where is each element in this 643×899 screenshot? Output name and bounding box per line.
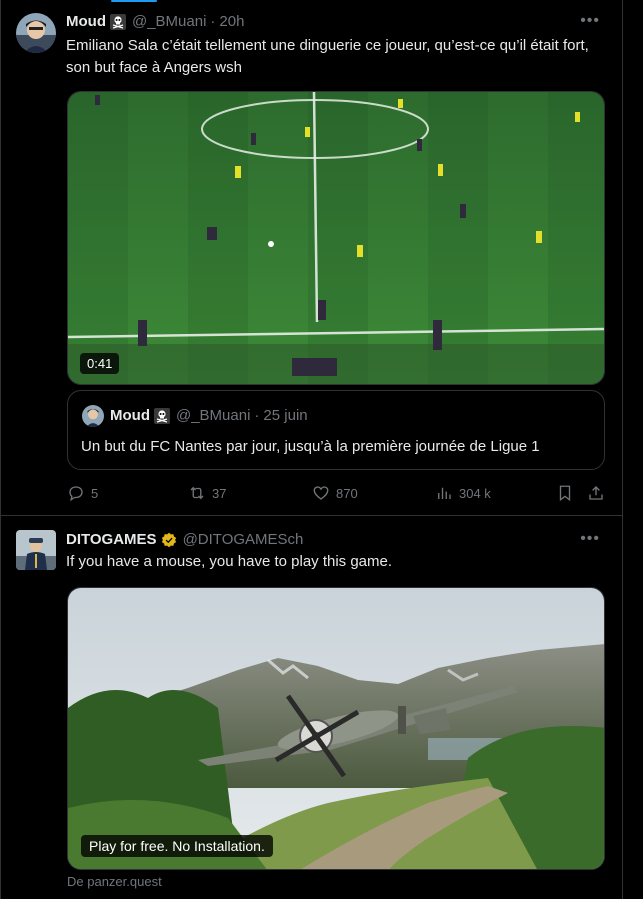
video-duration: 0:41 — [80, 353, 120, 374]
tweet-header: Moud @_BMuani · 20h — [66, 13, 244, 30]
quoted-avatar-image — [82, 405, 104, 427]
quoted-author-name: Moud — [110, 407, 150, 424]
like-button[interactable]: 870 — [312, 484, 358, 502]
author-handle[interactable]: @_BMuani — [132, 13, 206, 30]
repost-button[interactable]: 37 — [188, 484, 226, 502]
avatar[interactable] — [16, 530, 56, 570]
football-pitch-video-frame — [68, 92, 604, 384]
author-name[interactable]: Moud — [66, 13, 106, 30]
tweet-text: Emiliano Sala c’était tellement une ding… — [66, 37, 589, 76]
airplane-landscape-image — [68, 588, 604, 869]
ad-source-link[interactable]: De panzer.quest — [67, 874, 162, 889]
quoted-time: 25 juin — [263, 407, 308, 424]
separator-dot: · — [210, 13, 216, 30]
like-count: 870 — [336, 485, 358, 501]
verified-badge-icon — [161, 532, 176, 547]
tweet-time[interactable]: 20h — [219, 13, 244, 30]
bookmark-icon — [559, 485, 571, 502]
media-caption: Play for free. No Installation. — [81, 835, 273, 857]
repost-count: 37 — [212, 485, 227, 501]
author-name[interactable]: DITOGAMES — [66, 531, 157, 548]
repost-icon — [190, 486, 204, 500]
avatar-image — [16, 530, 56, 570]
reply-count: 5 — [91, 485, 99, 501]
views-count: 304 k — [459, 485, 491, 501]
share-icon — [589, 486, 603, 500]
author-handle[interactable]: @DITOGAMESch — [183, 531, 304, 548]
views-button[interactable]: 304 k — [435, 484, 491, 502]
reply-button[interactable]: 5 — [67, 484, 98, 502]
tweet-actions: 5 37 870 304 k — [67, 484, 612, 504]
quoted-tweet[interactable]: Moud @_BMuani · 25 juin Un but du FC Nan… — [67, 390, 605, 470]
skull-crossbones-icon — [109, 13, 126, 30]
heart-icon — [313, 486, 329, 500]
quoted-avatar — [82, 405, 104, 427]
avatar-image — [16, 13, 56, 53]
quoted-handle: @_BMuani — [175, 407, 251, 424]
more-options-icon[interactable]: ••• — [580, 12, 600, 30]
skull-crossbones-icon — [153, 407, 170, 424]
bookmark-button[interactable] — [556, 484, 574, 502]
share-button[interactable] — [587, 484, 605, 502]
tweet-header: DITOGAMES @DITOGAMESch — [66, 531, 303, 548]
reply-icon — [69, 486, 83, 502]
tweet[interactable]: Moud @_BMuani · 20h ••• Emiliano Sala c’… — [1, 0, 622, 516]
timeline-right-border — [622, 0, 623, 899]
separator-dot: · — [254, 407, 260, 424]
analytics-icon — [438, 487, 451, 499]
quoted-text: Un but du FC Nantes par jour, jusqu’à la… — [81, 438, 540, 455]
tweet[interactable]: DITOGAMES @DITOGAMESch ••• If you have a… — [1, 517, 622, 899]
tweet-video[interactable]: 0:41 — [67, 91, 605, 385]
avatar[interactable] — [16, 13, 56, 53]
more-options-icon[interactable]: ••• — [580, 530, 600, 548]
tweet-ad-media[interactable]: Play for free. No Installation. — [67, 587, 605, 870]
tweet-text: If you have a mouse, you have to play th… — [66, 553, 393, 570]
quoted-header: Moud @_BMuani · 25 juin — [110, 407, 308, 424]
